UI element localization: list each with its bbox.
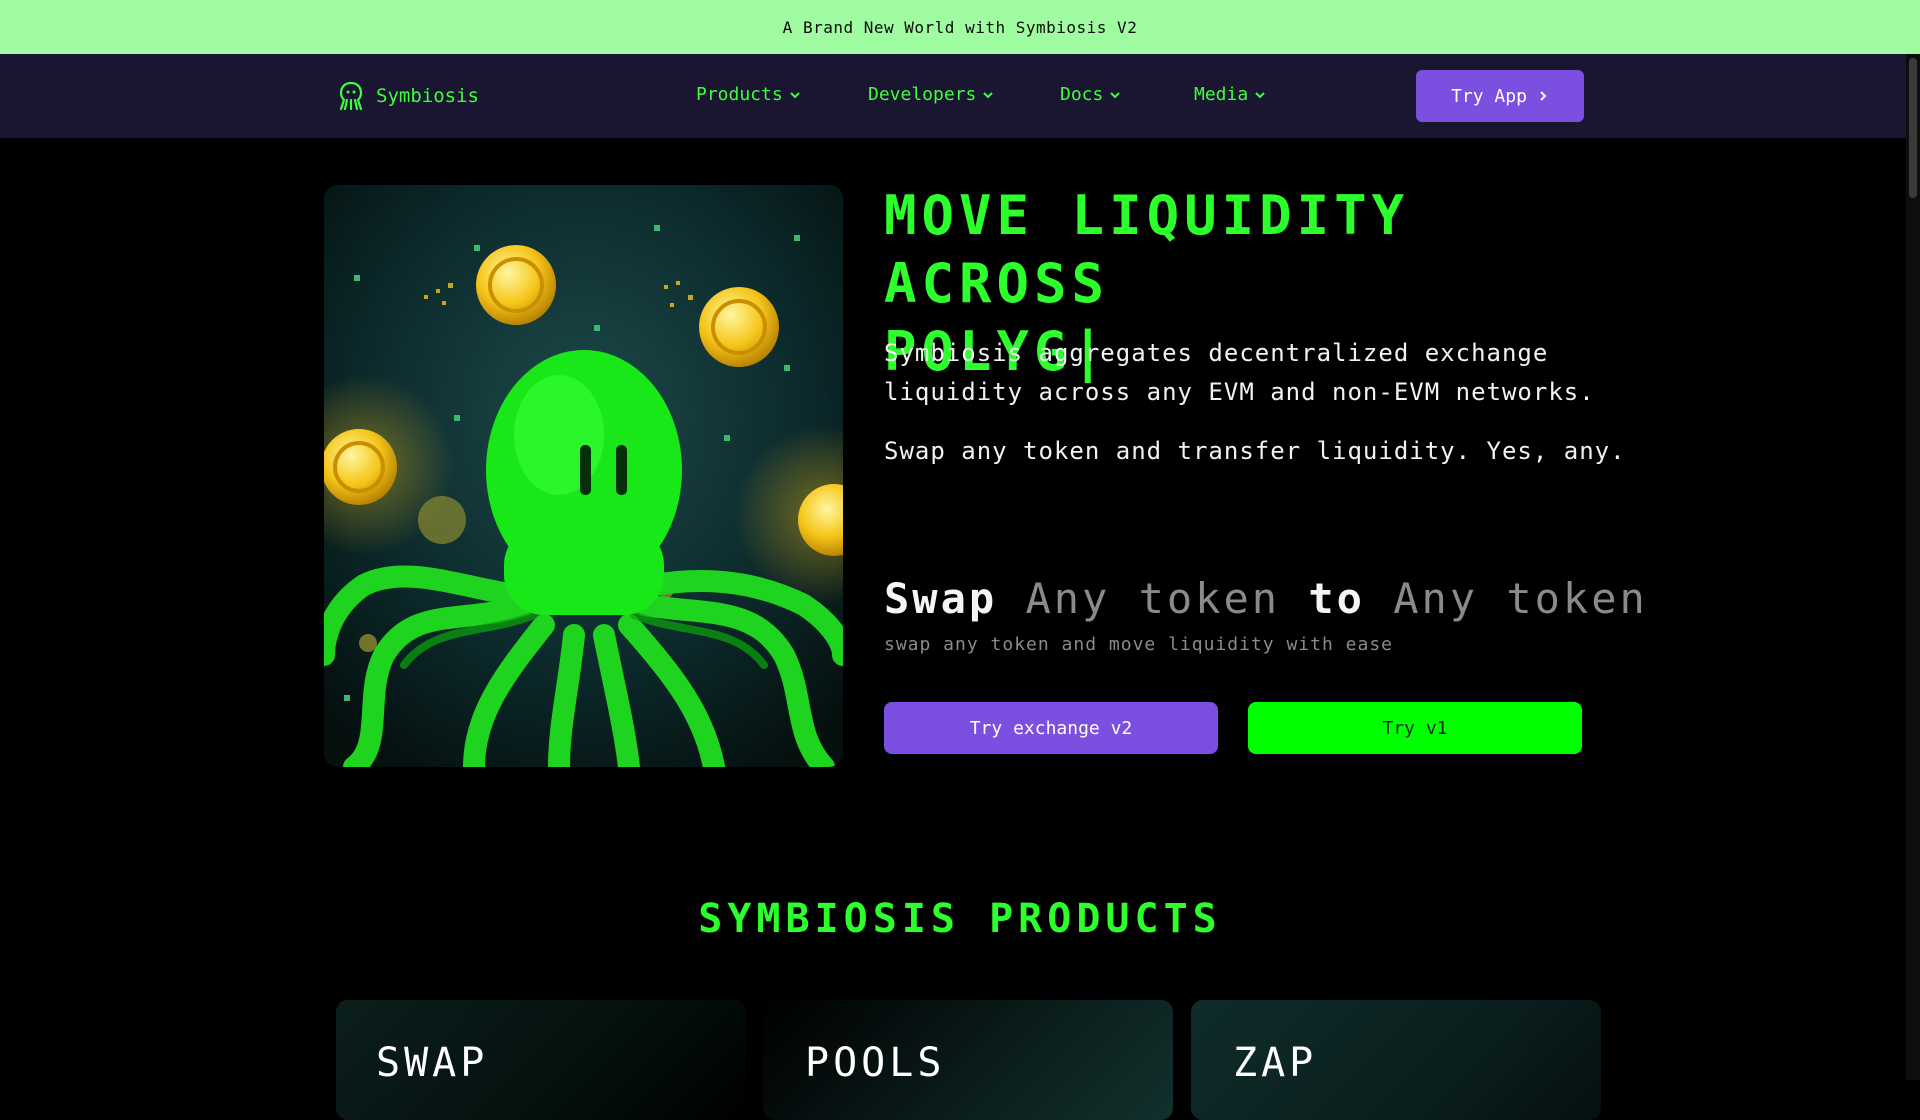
banner-text: A Brand New World with Symbiosis V2 bbox=[782, 17, 1138, 37]
scrollbar-thumb[interactable] bbox=[1909, 58, 1917, 198]
hero-description-line1: Symbiosis aggregates decentralized excha… bbox=[884, 339, 1549, 367]
nav-products[interactable]: Products bbox=[696, 84, 801, 105]
hero-tagline: Swap any token and transfer liquidity. Y… bbox=[884, 432, 1626, 471]
top-navigation: Symbiosis Products Developers Docs Media… bbox=[0, 54, 1920, 138]
try-v1-button[interactable]: Try v1 bbox=[1248, 702, 1582, 754]
swap-subtitle: swap any token and move liquidity with e… bbox=[884, 634, 1393, 655]
try-app-button[interactable]: Try App bbox=[1416, 70, 1584, 122]
product-card-zap[interactable]: ZAP bbox=[1191, 1000, 1601, 1120]
hero-title-line1: MOVE LIQUIDITY ACROSS bbox=[884, 184, 1410, 315]
chevron-down-icon bbox=[1110, 91, 1121, 98]
nav-docs-label: Docs bbox=[1060, 84, 1104, 105]
try-exchange-v2-label: Try exchange v2 bbox=[969, 717, 1133, 739]
nav-media-label: Media bbox=[1194, 84, 1249, 105]
nav-developers-label: Developers bbox=[868, 84, 977, 105]
product-card-pools-label: POOLS bbox=[805, 1040, 946, 1086]
hero-tagline-text: Swap any token and transfer liquidity. Y… bbox=[884, 437, 1626, 465]
octopus-logo-icon bbox=[339, 81, 363, 111]
try-app-label: Try App bbox=[1451, 85, 1527, 107]
any-token-to: Any token bbox=[1393, 574, 1648, 623]
hero-description: Symbiosis aggregates decentralized excha… bbox=[884, 334, 1595, 412]
chevron-down-icon bbox=[789, 91, 800, 98]
logo-text: Symbiosis bbox=[376, 85, 479, 107]
nav-products-label: Products bbox=[696, 84, 783, 105]
product-card-zap-label: ZAP bbox=[1233, 1040, 1318, 1086]
try-exchange-v2-button[interactable]: Try exchange v2 bbox=[884, 702, 1218, 754]
octopus-hero-illustration bbox=[324, 185, 843, 767]
to-word: to bbox=[1308, 574, 1365, 623]
swap-word: Swap bbox=[884, 574, 998, 623]
swap-headline: Swap Any token to Any token bbox=[884, 574, 1648, 623]
product-card-swap-label: SWAP bbox=[376, 1040, 489, 1086]
nav-docs[interactable]: Docs bbox=[1060, 84, 1121, 105]
product-card-swap[interactable]: SWAP bbox=[336, 1000, 746, 1120]
chevron-down-icon bbox=[983, 91, 994, 98]
hero-description-line2: liquidity across any EVM and non-EVM net… bbox=[884, 378, 1595, 406]
logo[interactable]: Symbiosis bbox=[336, 80, 479, 112]
product-card-pools[interactable]: POOLS bbox=[763, 1000, 1173, 1120]
octopus-illustration-icon bbox=[324, 185, 843, 767]
chevron-right-icon bbox=[1540, 91, 1547, 101]
any-token-from: Any token bbox=[1025, 574, 1281, 623]
chevron-down-icon bbox=[1255, 91, 1265, 98]
announcement-banner[interactable]: A Brand New World with Symbiosis V2 bbox=[0, 0, 1920, 54]
try-v1-label: Try v1 bbox=[1382, 717, 1448, 739]
products-section-title: SYMBIOSIS PRODUCTS bbox=[698, 896, 1222, 942]
nav-media[interactable]: Media bbox=[1194, 84, 1266, 105]
nav-developers[interactable]: Developers bbox=[868, 84, 994, 105]
